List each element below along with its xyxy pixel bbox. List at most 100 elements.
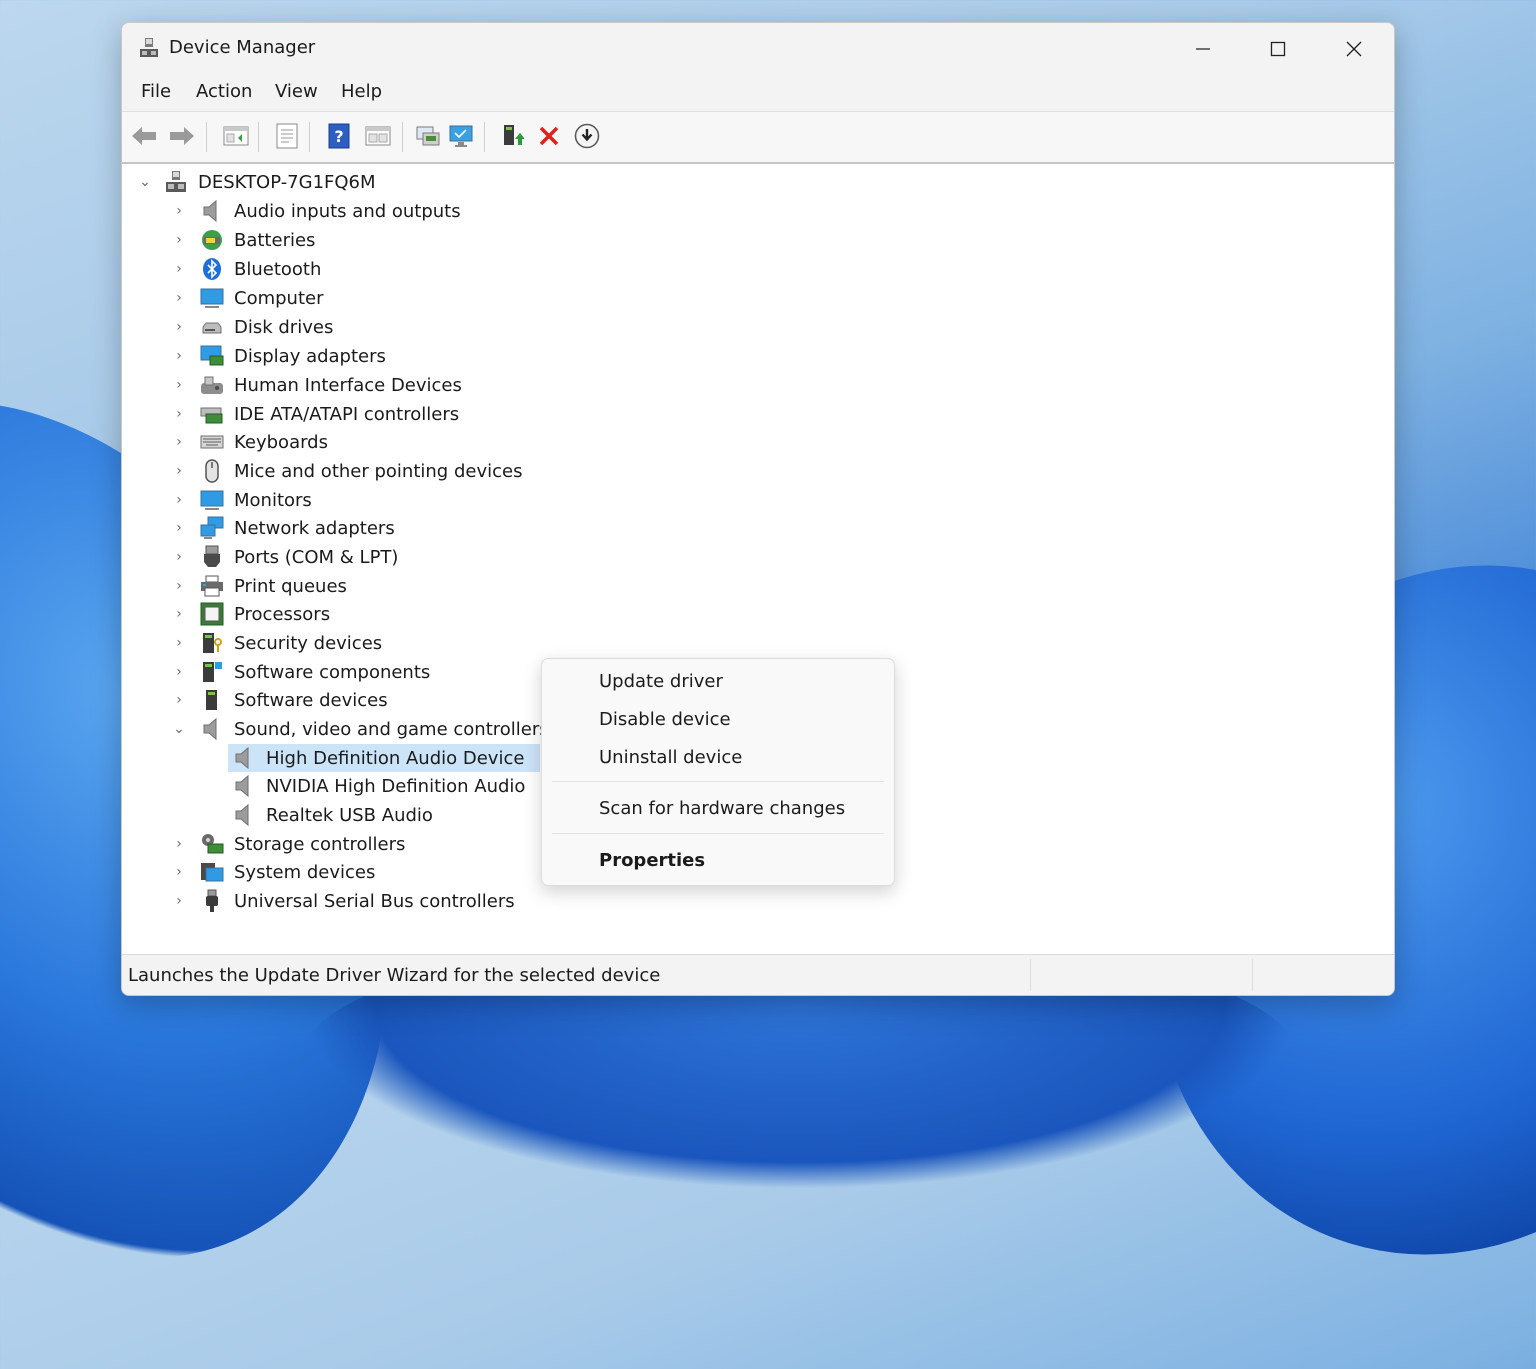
properties-button[interactable]	[271, 120, 303, 152]
tree-category-label: IDE ATA/ATAPI controllers	[234, 403, 460, 425]
tree-category-monitors[interactable]: › Monitors	[170, 486, 312, 514]
context-separator	[552, 833, 884, 834]
tree-category-computer[interactable]: › Computer	[170, 284, 323, 312]
chevron-right-icon[interactable]: ›	[170, 376, 188, 394]
tree-category-security-devices[interactable]: › Security devices	[170, 629, 382, 657]
minimize-button[interactable]	[1180, 33, 1226, 65]
tree-category-ide[interactable]: › IDE ATA/ATAPI controllers	[170, 400, 459, 428]
context-update-driver[interactable]: Update driver	[599, 671, 723, 692]
chevron-right-icon[interactable]: ›	[170, 892, 188, 910]
chevron-right-icon[interactable]: ›	[170, 835, 188, 853]
title-bar[interactable]: Device Manager	[122, 23, 1394, 73]
monitor-button[interactable]	[445, 120, 477, 152]
tree-category-label: Mice and other pointing devices	[234, 460, 523, 482]
properties-icon	[276, 123, 298, 149]
chevron-down-icon[interactable]: ⌄	[136, 173, 154, 191]
tree-category-disk-drives[interactable]: › Disk drives	[170, 313, 333, 341]
tree-category-storage-controllers[interactable]: › Storage controllers	[170, 830, 405, 858]
chevron-right-icon[interactable]: ›	[170, 202, 188, 220]
uninstall-device-button[interactable]	[533, 120, 565, 152]
system-device-icon	[201, 863, 224, 882]
menu-help[interactable]: Help	[337, 81, 386, 102]
chevron-right-icon[interactable]: ›	[170, 260, 188, 278]
usb-icon	[206, 889, 218, 912]
update-driver-button[interactable]	[496, 120, 528, 152]
tree-category-system-devices[interactable]: › System devices	[170, 858, 375, 886]
speaker-icon	[203, 717, 217, 741]
bluetooth-icon	[203, 258, 221, 280]
close-button[interactable]	[1331, 33, 1377, 65]
security-device-icon	[203, 633, 222, 653]
chevron-right-icon[interactable]: ›	[170, 289, 188, 307]
tree-category-network-adapters[interactable]: › Network adapters	[170, 514, 395, 542]
tree-category-label: Universal Serial Bus controllers	[234, 890, 515, 912]
help-button[interactable]: ?	[323, 120, 355, 152]
tree-category-audio-inputs[interactable]: › Audio inputs and outputs	[170, 197, 461, 225]
tree-category-display-adapters[interactable]: › Display adapters	[170, 342, 386, 370]
context-disable-device[interactable]: Disable device	[599, 709, 731, 730]
chevron-right-icon[interactable]: ›	[170, 433, 188, 451]
tree-category-print-queues[interactable]: › Print queues	[170, 572, 347, 600]
chevron-right-icon[interactable]: ›	[170, 347, 188, 365]
chevron-right-icon[interactable]: ›	[170, 519, 188, 537]
chevron-right-icon[interactable]: ›	[170, 231, 188, 249]
tree-category-mice[interactable]: › Mice and other pointing devices	[170, 457, 522, 485]
tree-category-software-components[interactable]: › Software components	[170, 658, 430, 686]
tree-category-processors[interactable]: › Processors	[170, 600, 330, 628]
chevron-right-icon[interactable]: ›	[170, 405, 188, 423]
toolbar-separator	[309, 122, 310, 152]
view-button[interactable]	[362, 120, 394, 152]
maximize-button[interactable]	[1255, 33, 1301, 65]
tree-category-batteries[interactable]: › Batteries	[170, 226, 315, 254]
chevron-right-icon[interactable]: ›	[170, 863, 188, 881]
context-uninstall-device[interactable]: Uninstall device	[599, 747, 742, 768]
scan-hardware-button[interactable]	[412, 120, 444, 152]
forward-button[interactable]	[166, 120, 198, 152]
tree-category-usb-controllers[interactable]: › Universal Serial Bus controllers	[170, 887, 515, 915]
chevron-right-icon[interactable]: ›	[170, 462, 188, 480]
close-icon	[1346, 41, 1362, 57]
chevron-right-icon[interactable]: ›	[170, 634, 188, 652]
software-device-icon	[206, 690, 217, 710]
tree-device-realtek-usb-audio[interactable]: Realtek USB Audio	[228, 801, 433, 829]
chevron-right-icon[interactable]: ›	[170, 691, 188, 709]
chevron-down-icon[interactable]: ⌄	[170, 720, 188, 738]
speaker-icon	[203, 199, 217, 223]
tree-category-sound-video-game[interactable]: ⌄ Sound, video and game controllers	[170, 715, 549, 743]
tree-category-software-devices[interactable]: › Software devices	[170, 686, 387, 714]
tree-category-label: System devices	[234, 861, 376, 883]
toolbar-separator	[258, 122, 259, 152]
update-driver-icon	[504, 125, 524, 145]
chevron-right-icon[interactable]: ›	[170, 577, 188, 595]
menu-view[interactable]: View	[271, 81, 322, 102]
tree-category-label: Sound, video and game controllers	[234, 718, 549, 740]
chevron-right-icon[interactable]: ›	[170, 663, 188, 681]
battery-icon	[202, 230, 222, 250]
menu-action[interactable]: Action	[192, 81, 256, 102]
tree-device-nvidia-audio[interactable]: NVIDIA High Definition Audio	[228, 772, 525, 800]
tree-category-bluetooth[interactable]: › Bluetooth	[170, 255, 321, 283]
tree-category-hid[interactable]: › Human Interface Devices	[170, 371, 462, 399]
tree-category-label: Batteries	[234, 229, 316, 251]
back-button[interactable]	[128, 120, 160, 152]
chevron-right-icon[interactable]: ›	[170, 548, 188, 566]
tree-category-keyboards[interactable]: › Keyboards	[170, 428, 328, 456]
tree-category-label: Disk drives	[234, 316, 334, 338]
download-driver-button[interactable]	[571, 120, 603, 152]
toolbar-separator	[484, 122, 485, 152]
chevron-right-icon[interactable]: ›	[170, 491, 188, 509]
status-divider	[1252, 959, 1253, 991]
tree-category-label: Computer	[234, 287, 324, 309]
tree-category-ports[interactable]: › Ports (COM & LPT)	[170, 543, 398, 571]
menu-file[interactable]: File	[137, 81, 175, 102]
context-scan-hardware[interactable]: Scan for hardware changes	[599, 798, 845, 819]
tree-device-high-definition-audio[interactable]: High Definition Audio Device	[228, 744, 540, 772]
speaker-icon	[235, 774, 249, 798]
chevron-right-icon[interactable]: ›	[170, 318, 188, 336]
tree-category-label: Ports (COM & LPT)	[234, 546, 399, 568]
network-adapter-icon	[200, 516, 224, 539]
chevron-right-icon[interactable]: ›	[170, 605, 188, 623]
tree-root[interactable]: ⌄ DESKTOP-7G1FQ6M	[136, 168, 376, 196]
show-hide-console-tree-button[interactable]	[220, 120, 252, 152]
context-properties[interactable]: Properties	[599, 850, 705, 871]
